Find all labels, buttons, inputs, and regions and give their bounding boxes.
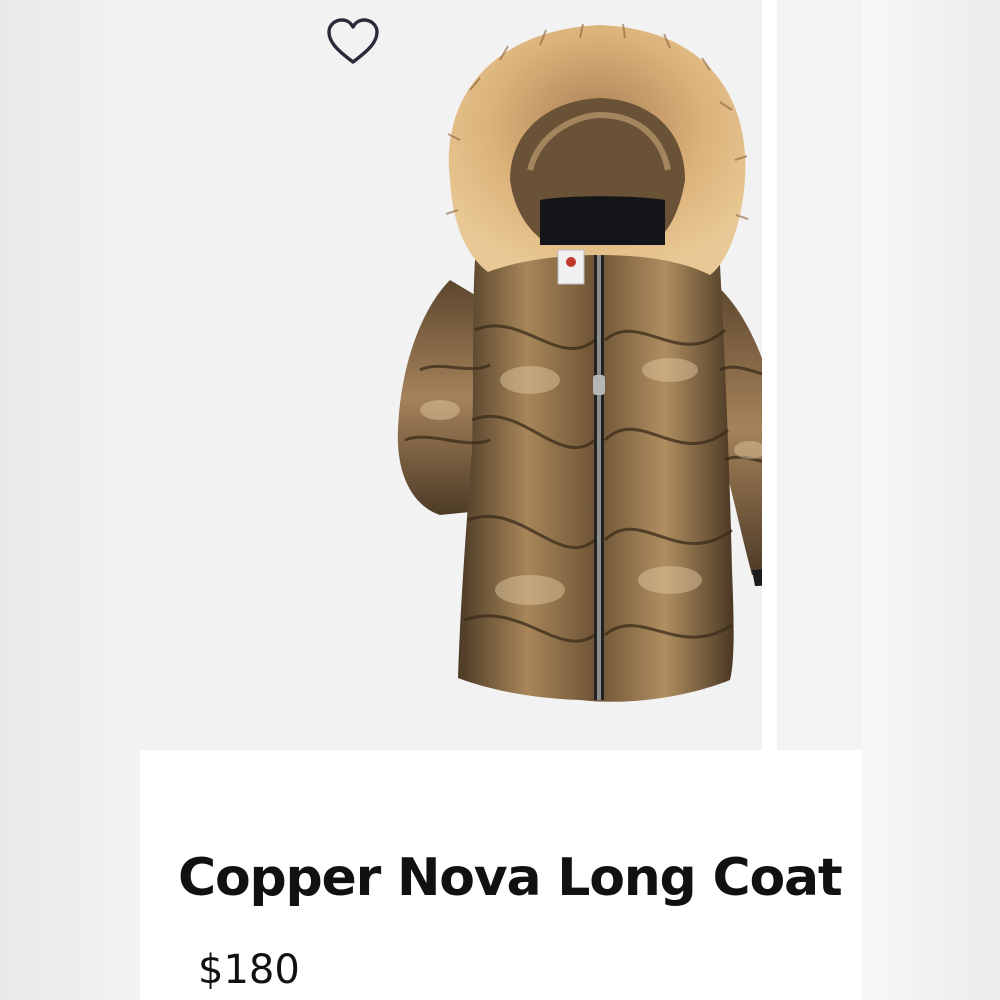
next-product-image[interactable] xyxy=(777,0,862,750)
left-neighbor-panel xyxy=(0,0,140,1000)
product-title[interactable]: Copper Nova Long Coat xyxy=(178,852,843,904)
product-photo-coat[interactable] xyxy=(380,10,762,710)
product-image-area[interactable] xyxy=(140,0,762,750)
coat-illustration xyxy=(397,23,762,702)
right-neighbor-panel xyxy=(862,0,1000,1000)
product-price: $180 xyxy=(198,947,300,993)
card-gutter xyxy=(762,0,777,750)
favorite-button[interactable] xyxy=(326,18,380,68)
heart-outline-icon[interactable] xyxy=(326,18,380,68)
